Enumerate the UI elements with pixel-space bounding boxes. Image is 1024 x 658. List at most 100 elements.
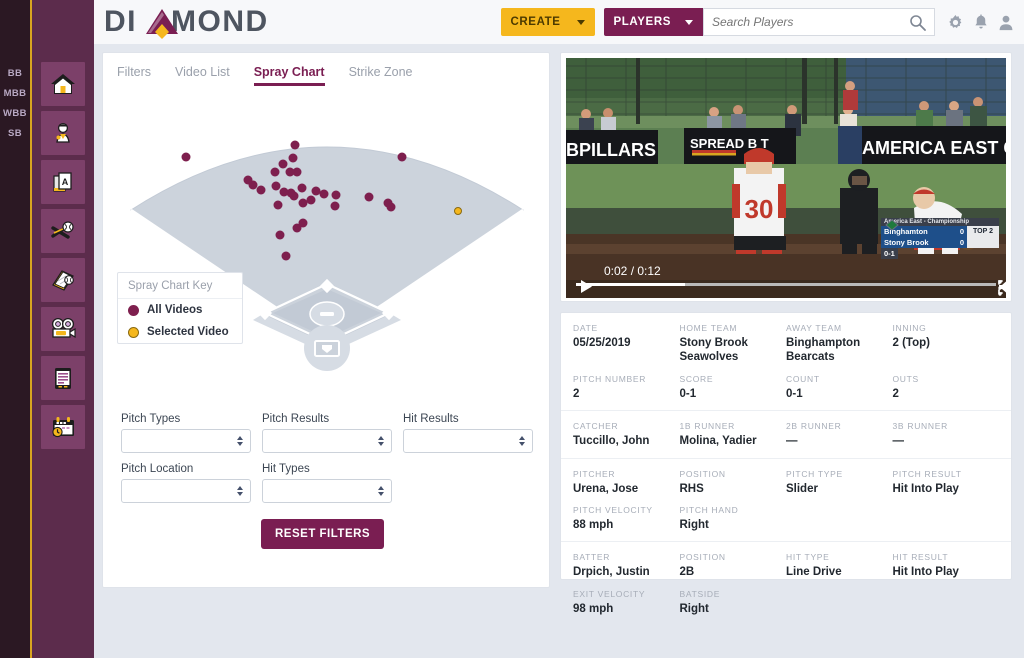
info-subrow-exit-velocity: EXIT VELOCITY 98 mph BATSIDE Right — [573, 589, 999, 616]
spray-dot[interactable] — [331, 190, 341, 200]
rail-item-wbb[interactable]: WBB — [3, 108, 27, 119]
bell-icon[interactable] — [973, 13, 989, 31]
pitch-types-select[interactable] — [121, 429, 251, 453]
info-value-pitch-result: Hit Into Play — [892, 482, 959, 495]
main-content: Filters Video List Spray Chart Strike Zo… — [94, 44, 1024, 658]
filter-label-pitch-location: Pitch Location — [121, 463, 194, 475]
spray-dot[interactable] — [306, 195, 316, 205]
spray-dot[interactable] — [181, 152, 191, 162]
spray-dot[interactable] — [364, 192, 374, 202]
video-time-display: 0:02 / 0:12 — [604, 264, 661, 278]
spray-dot[interactable] — [386, 202, 396, 212]
info-outs: OUTS 2 — [893, 374, 1000, 401]
brand-logo[interactable]: DI MOND — [104, 4, 316, 40]
tab-bar: Filters Video List Spray Chart Strike Zo… — [103, 58, 549, 92]
hit-results-select[interactable] — [403, 429, 533, 453]
create-button-label: CREATE — [510, 16, 561, 28]
info-batter-position: POSITION 2B — [680, 552, 787, 579]
info-subrow-count: PITCH NUMBER 2 SCORE 0-1 COUNT 0-1 OUTS … — [573, 374, 999, 401]
sidebar-item-games[interactable] — [41, 209, 85, 253]
spray-dot[interactable] — [281, 251, 291, 261]
rail-item-mbb[interactable]: MBB — [4, 88, 27, 99]
info-label-exit-velocity: EXIT VELOCITY — [573, 588, 646, 599]
video-progress-bar[interactable] — [576, 283, 996, 286]
sidebar-item-schedule[interactable] — [41, 405, 85, 449]
search-input[interactable] — [712, 15, 909, 29]
spray-dot[interactable] — [298, 218, 308, 228]
info-pitch-number: PITCH NUMBER 2 — [573, 374, 680, 401]
spinner-icon — [378, 436, 384, 446]
info-value-away-team: Binghampton Bearcats — [786, 337, 861, 364]
info-batter: BATTER Drpich, Justin — [573, 552, 680, 579]
spray-dot[interactable] — [288, 153, 298, 163]
video-controls: 0:02 / 0:12 — [566, 256, 1006, 298]
sidebar-item-home[interactable] — [41, 62, 85, 106]
spray-dot[interactable] — [290, 140, 300, 150]
info-value-hit-result: Hit Into Play — [892, 566, 959, 579]
hit-types-select[interactable] — [262, 479, 392, 503]
tab-spray-chart[interactable]: Spray Chart — [253, 65, 325, 86]
spray-dot[interactable] — [289, 191, 299, 201]
info-label-3b-runner: 3B RUNNER — [892, 421, 948, 432]
info-label-catcher: CATCHER — [573, 421, 619, 432]
pitch-location-select[interactable] — [121, 479, 251, 503]
gear-icon[interactable] — [947, 14, 964, 31]
spray-dot[interactable] — [285, 167, 295, 177]
spray-chart-field[interactable] — [103, 92, 551, 392]
sidebar-item-reports[interactable]: A — [41, 160, 85, 204]
spray-chart-key: Spray Chart Key All Videos Selected Vide… — [117, 272, 243, 344]
info-label-hit-type: HIT TYPE — [786, 552, 830, 563]
spray-dot[interactable] — [243, 175, 253, 185]
info-label-count: COUNT — [786, 373, 820, 384]
sidebar-item-players[interactable] — [41, 111, 85, 155]
tab-video-list[interactable]: Video List — [175, 65, 230, 86]
info-label-pitch-result: PITCH RESULT — [892, 468, 962, 479]
key-row-all-videos[interactable]: All Videos — [118, 299, 242, 321]
spray-dot[interactable] — [273, 200, 283, 210]
spray-dot-selected[interactable] — [454, 207, 462, 215]
video-player[interactable]: BPILLARS SPREAD B T AMERICA EAST CH — [566, 58, 1006, 298]
info-count: COUNT 0-1 — [786, 374, 893, 401]
rail-item-bb[interactable]: BB — [8, 68, 23, 79]
spray-dot[interactable] — [297, 183, 307, 193]
spray-dot[interactable] — [275, 230, 285, 240]
baseball-field-diagram — [130, 146, 524, 371]
legend-dot-selected-video — [128, 326, 139, 338]
spray-dot[interactable] — [278, 159, 288, 169]
spinner-icon — [237, 436, 243, 446]
tab-strike-zone[interactable]: Strike Zone — [349, 65, 413, 86]
info-label-1b-runner: 1B RUNNER — [679, 421, 735, 432]
top-bar: DI MOND CREATE PLAYERS — [94, 0, 1024, 44]
info-value-pitcher: Urena, Jose — [573, 482, 639, 495]
rail-item-sb[interactable]: SB — [8, 128, 22, 139]
sidebar-item-video[interactable] — [41, 307, 85, 351]
search-icon[interactable] — [909, 14, 926, 31]
spray-dot[interactable] — [330, 201, 340, 211]
user-icon[interactable] — [998, 14, 1014, 31]
svg-text:30: 30 — [745, 194, 774, 224]
players-dropdown-button[interactable]: PLAYERS — [603, 8, 703, 36]
info-value-pitcher-position: RHS — [679, 482, 704, 495]
video-camera-icon — [51, 317, 76, 339]
spinner-icon — [237, 486, 243, 496]
spray-dot[interactable] — [256, 185, 266, 195]
pitch-results-select[interactable] — [262, 429, 392, 453]
filter-label-pitch-results: Pitch Results — [262, 413, 330, 425]
search-box[interactable] — [703, 8, 935, 36]
video-progress-fill — [576, 283, 686, 286]
create-button[interactable]: CREATE — [500, 8, 595, 36]
more-menu-icon[interactable] — [998, 280, 1002, 296]
sidebar-item-lineups[interactable] — [41, 356, 85, 400]
spray-dot[interactable] — [279, 187, 289, 197]
filter-row-2: Pitch Location Hit Types — [121, 463, 533, 503]
sidebar-item-scorebook[interactable] — [41, 258, 85, 302]
scoreboard-home-row: Stony Brook 0 — [881, 219, 999, 248]
info-label-pitch-type: PITCH TYPE — [786, 468, 843, 479]
reset-filters-button[interactable]: RESET FILTERS — [261, 519, 385, 549]
spray-dot[interactable] — [270, 167, 280, 177]
key-row-selected-video[interactable]: Selected Video — [118, 321, 242, 343]
tab-filters[interactable]: Filters — [117, 65, 151, 86]
spray-dot[interactable] — [319, 189, 329, 199]
spray-dot[interactable] — [397, 152, 407, 162]
right-column: BPILLARS SPREAD B T AMERICA EAST CH — [560, 52, 1012, 650]
